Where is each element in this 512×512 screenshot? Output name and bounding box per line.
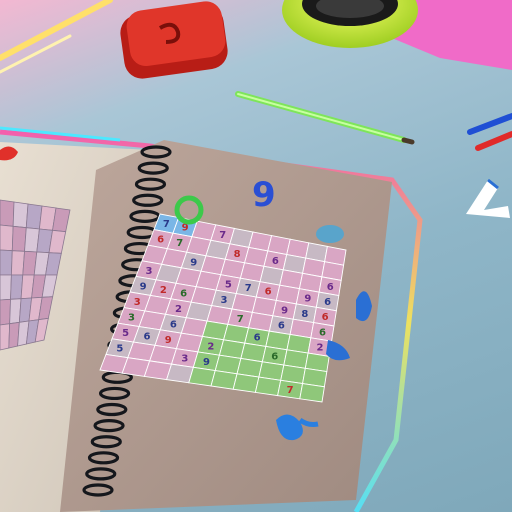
blue-blob-top [316,225,344,243]
puzzle-cell [299,383,325,403]
big-blue-digit: 9 [252,175,276,215]
scene: 7976786963576969263986327663662569265397… [0,0,512,512]
puzzle-digit: 7 [163,219,170,230]
puzzle-digit: 9 [281,305,288,316]
puzzle-digit: 6 [254,333,261,344]
puzzle-digit: 6 [324,297,331,308]
puzzle-digit: 6 [319,327,326,338]
puzzle-digit: 6 [180,288,187,299]
left-grid-cell [12,201,29,229]
puzzle-digit: 3 [145,266,152,277]
puzzle-digit: 6 [271,351,278,362]
puzzle-digit: 6 [157,235,164,246]
puzzle-digit: 6 [170,319,177,330]
left-grid-cell [0,323,11,351]
puzzle-digit: 6 [278,321,285,332]
left-neon-pencil [0,0,113,74]
puzzle-digit: 7 [245,283,252,294]
puzzle-digit: 6 [327,282,334,293]
puzzle-digit: 2 [160,285,167,296]
puzzle-digit: 7 [219,230,226,241]
left-grid-cell [0,199,15,227]
puzzle-digit: 8 [301,309,308,320]
red-blue-pencils [467,113,512,151]
puzzle-digit: 2 [207,341,214,352]
puzzle-digit: 9 [190,257,197,268]
left-grid-cell [0,249,13,276]
puzzle-digit: 5 [116,344,123,355]
left-grid-cell [0,274,12,301]
puzzle-digit: 9 [304,294,311,305]
left-grid-cell [0,298,11,326]
yellow-green-toy [282,0,418,48]
green-pencil [235,91,415,145]
scene-illustration: 7 976 7869635 7 69 69 2 639 8 63276636625 6 92653 97… [0,0,512,512]
puzzle-digit: 9 [165,335,172,346]
white-clip [466,178,510,218]
puzzle-digit: 7 [237,314,244,325]
puzzle-digit: 7 [176,238,183,249]
red-eraser [120,1,228,79]
left-grid-cell [11,225,27,252]
left-grid-cell [0,224,14,252]
puzzle-digit: 3 [134,297,141,308]
puzzle-digit: 3 [181,354,188,365]
puzzle-digit: 6 [272,256,279,267]
puzzle-cell [188,366,216,387]
puzzle-digit: 2 [175,304,182,315]
puzzle-digit: 6 [143,331,150,342]
puzzle-digit: 3 [128,313,135,324]
puzzle-digit: 6 [265,287,272,298]
puzzle-digit: 5 [225,280,232,291]
puzzle-digit: 9 [140,281,147,292]
puzzle-digit: 3 [221,295,228,306]
puzzle-digit: 8 [234,249,241,260]
puzzle-digit: 6 [322,312,329,323]
left-grid-cell [10,250,25,276]
puzzle-digit: 2 [316,343,323,354]
puzzle-cell [210,370,238,390]
puzzle-cell [254,376,282,397]
puzzle-digit: 7 [287,385,294,396]
puzzle-digit: 9 [203,357,210,368]
puzzle-digit: 5 [122,328,129,339]
puzzle-cell [232,373,260,393]
